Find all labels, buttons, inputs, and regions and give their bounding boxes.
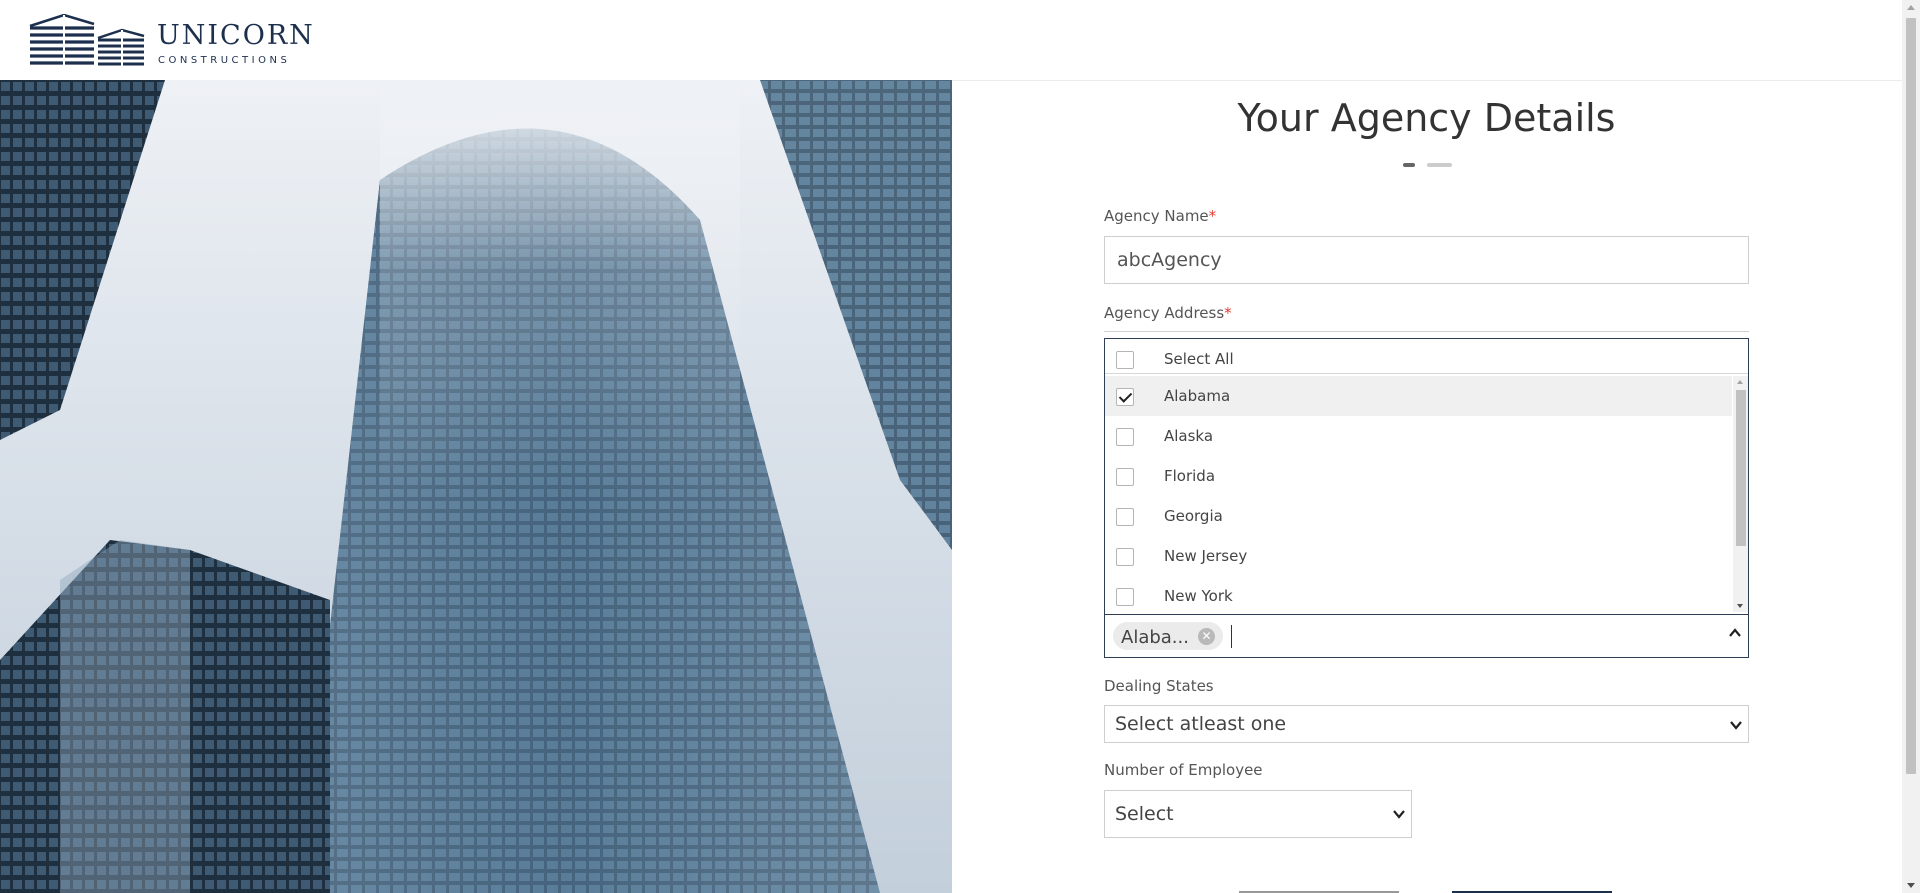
agency-name-input[interactable] [1104, 236, 1749, 284]
select-all-label: Select All [1164, 350, 1234, 368]
scroll-up-arrow-icon[interactable] [1907, 5, 1915, 10]
brand-logo[interactable]: UNICORN CONSTRUCTIONS [28, 14, 313, 68]
brand-tagline: CONSTRUCTIONS [158, 55, 291, 66]
selected-chip: Alaba... ✕ [1113, 622, 1223, 650]
option-checkbox[interactable] [1116, 508, 1134, 526]
option-florida[interactable]: Florida [1105, 456, 1732, 496]
dropdown-scroll-thumb[interactable] [1736, 390, 1746, 546]
agency-name-label: Agency Name* [1104, 207, 1216, 225]
option-checkbox[interactable] [1116, 468, 1134, 486]
chevron-down-icon[interactable] [1393, 808, 1405, 820]
page-scroll-thumb[interactable] [1906, 18, 1916, 774]
dealing-states-label: Dealing States [1104, 677, 1214, 695]
agency-address-label-text: Agency Address [1104, 304, 1225, 322]
option-georgia[interactable]: Georgia [1105, 496, 1732, 536]
required-mark: * [1224, 304, 1232, 322]
num-employees-value: Select [1115, 803, 1174, 825]
scroll-down-arrow-icon[interactable] [1907, 883, 1915, 888]
dealing-states-value: Select atleast one [1115, 713, 1287, 735]
option-label: New York [1164, 587, 1233, 605]
dealing-states-select[interactable]: Select atleast one [1104, 705, 1749, 743]
option-new-jersey[interactable]: New Jersey [1105, 536, 1732, 576]
option-label: New Jersey [1164, 547, 1248, 565]
option-new-york[interactable]: New York [1105, 576, 1732, 614]
agency-name-label-text: Agency Name [1104, 207, 1209, 225]
option-alaska[interactable]: Alaska [1105, 416, 1732, 456]
building-logo-icon [29, 14, 145, 66]
chevron-down-icon[interactable] [1730, 719, 1742, 731]
skyscraper-illustration [0, 80, 952, 893]
brand-name: UNICORN [157, 20, 315, 51]
select-all-checkbox[interactable] [1116, 351, 1134, 369]
option-checkbox[interactable] [1116, 548, 1134, 566]
scroll-down-arrow-icon[interactable] [1737, 604, 1743, 608]
hero-building-image [0, 80, 952, 893]
num-employees-label: Number of Employee [1104, 761, 1263, 779]
agency-address-dropdown-list[interactable]: Select All Alabama Alaska Florida Georgi… [1104, 338, 1749, 614]
option-label: Florida [1164, 467, 1216, 485]
remove-chip-icon[interactable]: ✕ [1198, 628, 1215, 645]
required-mark: * [1208, 207, 1217, 225]
dropdown-scrollbar[interactable] [1733, 376, 1748, 612]
page-scrollbar[interactable] [1902, 0, 1920, 893]
option-checkbox[interactable] [1116, 588, 1134, 606]
num-employees-select[interactable]: Select [1104, 790, 1412, 838]
option-checkbox[interactable] [1116, 388, 1134, 406]
scroll-up-arrow-icon[interactable] [1737, 380, 1743, 384]
option-label: Georgia [1164, 507, 1223, 525]
step-2-indicator [1427, 163, 1452, 167]
chip-label: Alaba... [1121, 627, 1189, 648]
option-checkbox[interactable] [1116, 428, 1134, 446]
step-indicator [1403, 163, 1463, 167]
option-label: Alabama [1164, 387, 1231, 405]
step-1-indicator [1403, 163, 1415, 167]
agency-address-label: Agency Address* [1104, 304, 1232, 322]
site-header: UNICORN CONSTRUCTIONS [0, 0, 1902, 81]
page-title: Your Agency Details [1237, 96, 1616, 140]
select-all-divider [1105, 373, 1748, 374]
address-field-top-border [1104, 331, 1749, 332]
agency-address-multiselect[interactable]: Alaba... ✕ [1104, 614, 1749, 658]
chevron-up-icon[interactable] [1729, 627, 1741, 639]
text-caret [1231, 625, 1232, 648]
option-alabama[interactable]: Alabama [1105, 376, 1732, 416]
option-label: Alaska [1164, 427, 1214, 445]
